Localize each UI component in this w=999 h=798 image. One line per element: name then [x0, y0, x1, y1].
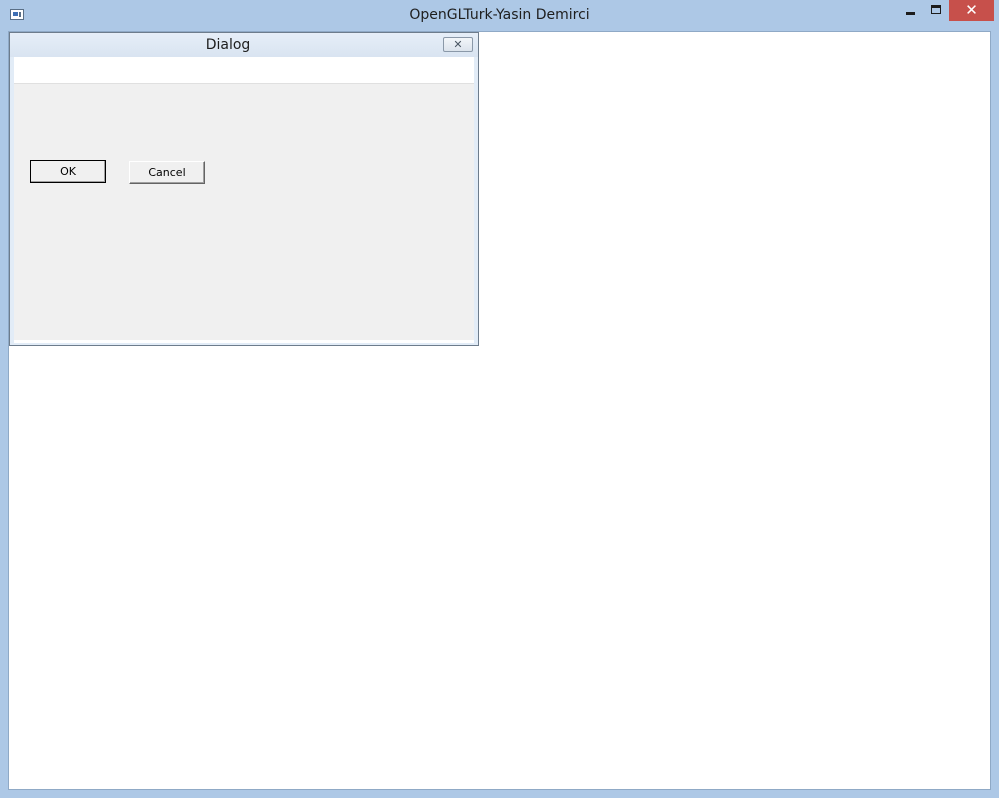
dialog-header-strip: [14, 57, 474, 83]
cancel-button[interactable]: Cancel: [129, 161, 205, 184]
minimize-button[interactable]: [898, 0, 924, 21]
close-button[interactable]: ✕: [949, 0, 994, 21]
ok-button[interactable]: OK: [30, 160, 106, 183]
close-icon: ✕: [453, 38, 463, 51]
dialog-close-button[interactable]: ✕: [443, 37, 473, 52]
dialog-window: Dialog ✕ OK Cancel: [9, 32, 479, 346]
dialog-title: Dialog: [205, 37, 251, 53]
main-titlebar[interactable]: OpenGLTurk-Yasin Demirci ✕: [0, 0, 999, 31]
dialog-body: OK Cancel: [14, 83, 474, 340]
dialog-titlebar[interactable]: Dialog ✕: [10, 33, 478, 57]
main-window-title: OpenGLTurk-Yasin Demirci: [409, 7, 590, 23]
maximize-button[interactable]: [924, 0, 949, 21]
close-icon: ✕: [965, 1, 978, 19]
dialog-footer-strip: [14, 340, 474, 343]
